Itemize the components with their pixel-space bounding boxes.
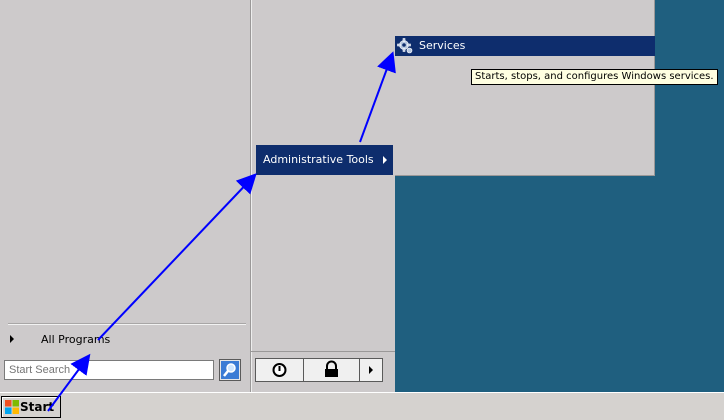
- administrative-tools-item[interactable]: Administrative Tools: [256, 145, 393, 175]
- administrative-tools-submenu: [395, 0, 655, 176]
- power-icon: [272, 363, 287, 377]
- power-button[interactable]: [255, 358, 304, 382]
- start-button[interactable]: Start: [1, 396, 61, 418]
- services-tooltip: Starts, stops, and configures Windows se…: [471, 69, 718, 85]
- start-search-input[interactable]: [4, 360, 214, 380]
- all-programs-item[interactable]: All Programs: [6, 331, 246, 349]
- lock-button[interactable]: [303, 358, 360, 382]
- windows-logo-icon: [5, 400, 19, 414]
- chevron-right-icon: [10, 335, 14, 343]
- start-menu-right-pane: [251, 0, 395, 392]
- administrative-tools-label: Administrative Tools: [263, 153, 374, 166]
- shutdown-options-button[interactable]: [359, 358, 383, 382]
- pane-divider: [251, 351, 395, 352]
- start-menu-separator: [8, 323, 246, 325]
- services-menu-item[interactable]: Services: [395, 36, 655, 56]
- chevron-right-icon: [383, 156, 387, 164]
- search-button[interactable]: [219, 359, 241, 381]
- services-label: Services: [419, 39, 466, 52]
- lock-icon: [325, 360, 338, 377]
- magnifier-icon: [221, 361, 239, 379]
- chevron-right-icon: [369, 366, 373, 374]
- taskbar: [0, 392, 724, 420]
- start-label: Start: [20, 400, 55, 414]
- gear-icon: [397, 38, 413, 54]
- all-programs-label: All Programs: [41, 333, 111, 346]
